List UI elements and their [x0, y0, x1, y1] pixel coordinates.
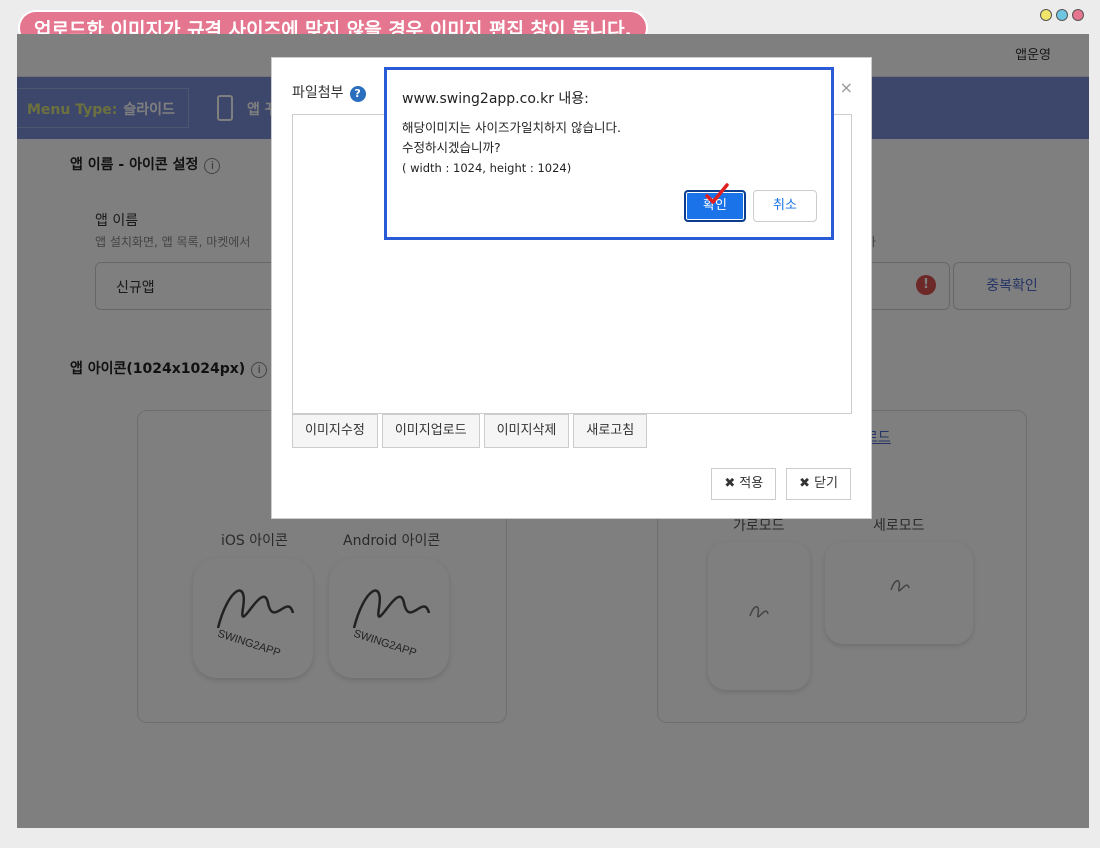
apply-button[interactable]: ✖ 적용	[711, 468, 777, 500]
checkmark-icon	[705, 183, 729, 204]
alert-line-1: 해당이미지는 사이즈가일치하지 않습니다.	[402, 120, 621, 135]
x-icon: ✖	[799, 476, 811, 491]
editor-title: 파일첨부?	[292, 82, 366, 102]
pink-dot-icon	[1072, 9, 1084, 21]
close-icon[interactable]: ×	[840, 78, 853, 97]
alert-message: 해당이미지는 사이즈가일치하지 않습니다. 수정하시겠습니까? ( width …	[402, 118, 621, 178]
close-button[interactable]: ✖ 닫기	[786, 468, 851, 500]
help-icon[interactable]: ?	[349, 86, 366, 102]
alert-line-2: 수정하시겠습니까?	[402, 140, 501, 155]
refresh-button[interactable]: 새로고침	[573, 414, 648, 448]
editor-title-text: 파일첨부	[292, 85, 344, 101]
apply-label: 적용	[739, 476, 764, 491]
confirm-alert-dialog: www.swing2app.co.kr 내용: 해당이미지는 사이즈가일치하지 …	[384, 67, 834, 240]
x-icon: ✖	[724, 476, 736, 491]
alert-line-3: ( width : 1024, height : 1024)	[402, 161, 572, 175]
yellow-dot-icon	[1040, 9, 1052, 21]
delete-image-button[interactable]: 이미지삭제	[483, 414, 570, 448]
edit-image-button[interactable]: 이미지수정	[292, 414, 378, 448]
alert-title: www.swing2app.co.kr 내용:	[402, 91, 589, 107]
upload-image-button[interactable]: 이미지업로드	[381, 414, 480, 448]
blue-dot-icon	[1056, 9, 1068, 21]
close-label: 닫기	[814, 476, 838, 491]
editor-toolbar: 이미지수정 이미지업로드 이미지삭제 새로고침	[292, 414, 648, 448]
window-controls	[1040, 9, 1084, 21]
editor-actions: ✖ 적용 ✖ 닫기	[711, 468, 851, 500]
cancel-button[interactable]: 취소	[753, 190, 817, 222]
